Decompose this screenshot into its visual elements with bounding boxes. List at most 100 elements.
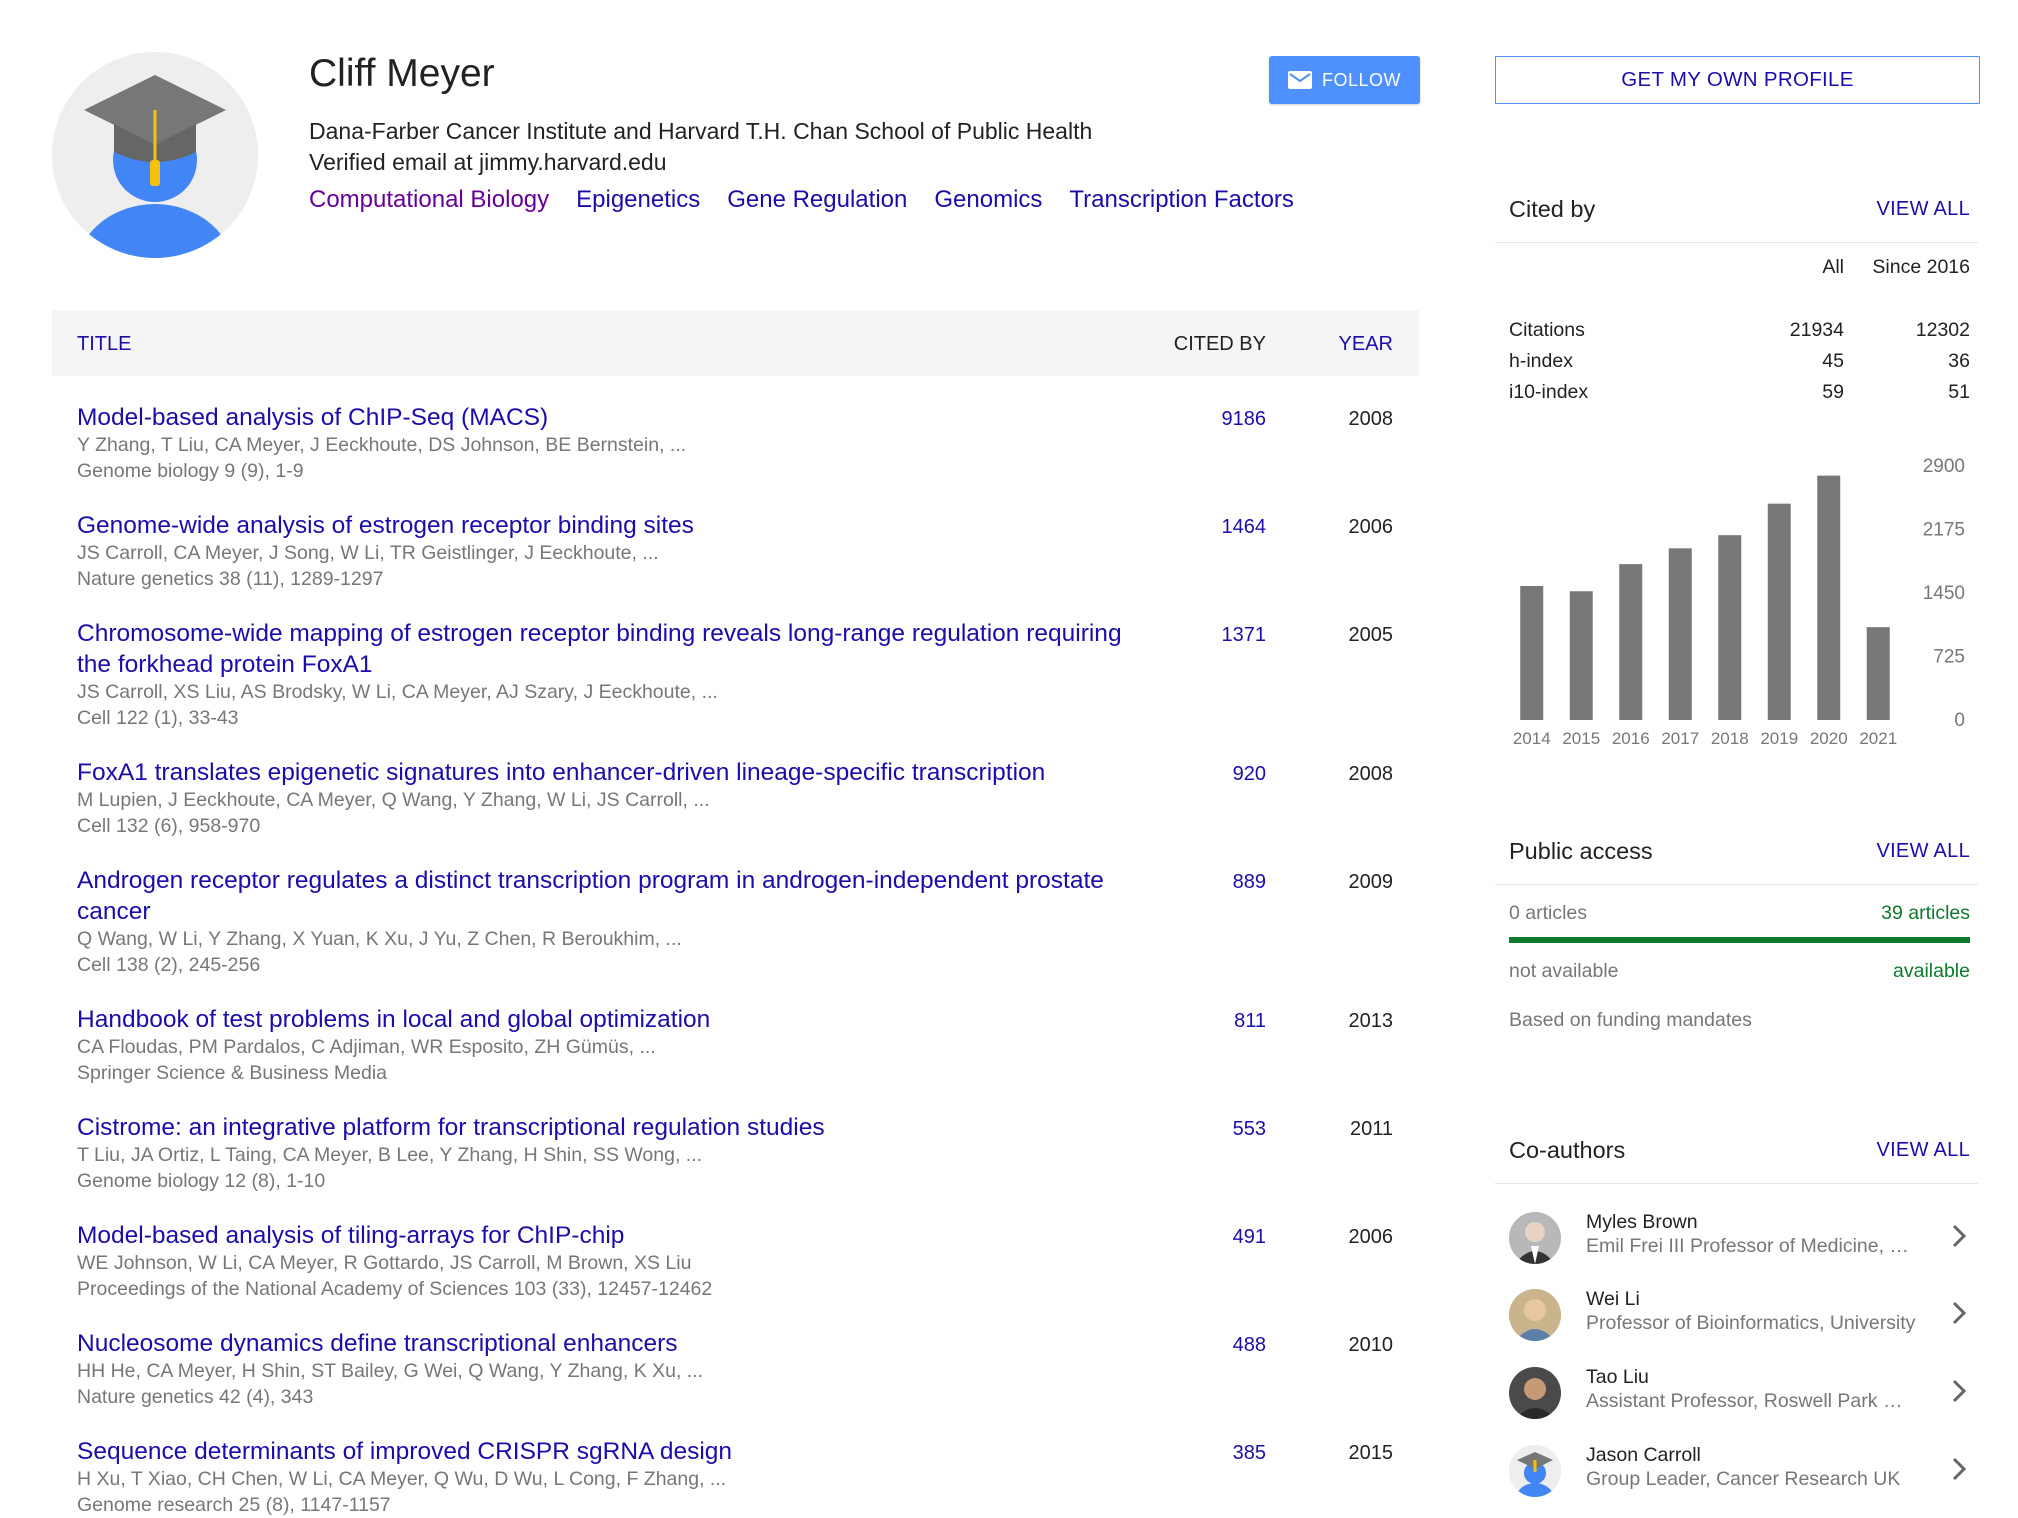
article-authors: Y Zhang, T Liu, CA Meyer, J Eeckhoute, D… (77, 433, 1419, 459)
column-all: All (1822, 256, 1844, 279)
article-venue: Springer Science & Business Media (77, 1061, 1419, 1087)
coauthors-header: Co-authors VIEW ALL (1509, 1137, 1970, 1164)
article-venue: Genome biology 12 (8), 1-10 (77, 1169, 1419, 1195)
chevron-right-icon[interactable] (1949, 1377, 1969, 1405)
interest-link[interactable]: Epigenetics (576, 186, 700, 214)
cited-by-count[interactable]: 1371 (1222, 624, 1267, 647)
article-venue: Cell 138 (2), 245-256 (77, 953, 1419, 979)
cited-by-count[interactable]: 488 (1233, 1334, 1266, 1357)
graduation-cap-avatar-icon (52, 52, 258, 258)
article-title-link[interactable]: Model-based analysis of tiling-arrays fo… (77, 1220, 1137, 1251)
article-year: 2008 (1349, 763, 1394, 786)
avatar (1509, 1367, 1561, 1419)
cited-by-count[interactable]: 920 (1233, 763, 1266, 786)
chart-x-tick-label: 2018 (1711, 729, 1749, 748)
table-row: Model-based analysis of ChIP-Seq (MACS) … (52, 376, 1419, 484)
chart-bar-2020[interactable] (1817, 476, 1840, 720)
chevron-right-icon[interactable] (1949, 1222, 1969, 1250)
article-title-link[interactable]: Genome-wide analysis of estrogen recepto… (77, 510, 1137, 541)
sort-by-cited[interactable]: CITED BY (1174, 333, 1266, 356)
cited-by-count[interactable]: 553 (1233, 1118, 1266, 1141)
interest-link[interactable]: Transcription Factors (1069, 186, 1294, 214)
article-year: 2006 (1349, 516, 1394, 539)
cited-by-count[interactable]: 491 (1233, 1226, 1266, 1249)
articles-list: Model-based analysis of ChIP-Seq (MACS) … (52, 376, 1419, 1518)
interest-link[interactable]: Gene Regulation (727, 186, 907, 214)
cited-by-count[interactable]: 889 (1233, 871, 1266, 894)
coauthor-name[interactable]: Tao Liu (1586, 1366, 1649, 1389)
cited-by-count[interactable]: 1464 (1222, 516, 1267, 539)
chart-y-tick-label: 1450 (1923, 583, 1965, 604)
sort-by-year[interactable]: YEAR (1339, 333, 1393, 356)
public-access-view-all-link[interactable]: VIEW ALL (1876, 840, 1970, 863)
coauthor-affiliation: Assistant Professor, Roswell Park Compre… (1586, 1390, 1916, 1413)
article-venue: Proceedings of the National Academy of S… (77, 1277, 1419, 1303)
table-row: Cistrome: an integrative platform for tr… (52, 1086, 1419, 1194)
chart-x-tick-label: 2020 (1810, 729, 1848, 748)
chart-y-tick-label: 2900 (1923, 456, 1965, 477)
coauthor-item[interactable]: Tao Liu Assistant Professor, Roswell Par… (1509, 1363, 1979, 1427)
metric-label: h-index (1509, 350, 1573, 373)
article-title-link[interactable]: Handbook of test problems in local and g… (77, 1004, 1137, 1035)
table-row: FoxA1 translates epigenetic signatures i… (52, 731, 1419, 839)
article-title-link[interactable]: Nucleosome dynamics define transcription… (77, 1328, 1137, 1359)
article-authors: CA Floudas, PM Pardalos, C Adjiman, WR E… (77, 1035, 1419, 1061)
profile-avatar (52, 52, 258, 258)
coauthor-name[interactable]: Jason Carroll (1586, 1444, 1701, 1467)
available-count[interactable]: 39 articles (1881, 902, 1970, 925)
cited-by-header: Cited by VIEW ALL (1509, 196, 1970, 223)
table-row: Model-based analysis of tiling-arrays fo… (52, 1194, 1419, 1302)
metric-row: i10-index 59 51 (1509, 381, 1970, 412)
chevron-right-icon[interactable] (1949, 1299, 1969, 1327)
cited-by-count[interactable]: 811 (1234, 1010, 1266, 1033)
article-title-link[interactable]: Androgen receptor regulates a distinct t… (77, 865, 1137, 927)
get-my-own-profile-button[interactable]: GET MY OWN PROFILE (1495, 56, 1980, 104)
follow-label: FOLLOW (1322, 70, 1401, 91)
chart-x-tick-label: 2021 (1859, 729, 1897, 748)
metric-since: 12302 (1916, 319, 1970, 342)
chart-x-tick-label: 2019 (1760, 729, 1798, 748)
coauthor-name[interactable]: Wei Li (1586, 1288, 1640, 1311)
article-year: 2006 (1349, 1226, 1394, 1249)
chevron-right-icon[interactable] (1949, 1455, 1969, 1483)
public-access-progress-bar (1509, 937, 1970, 943)
chart-bar-2018[interactable] (1718, 535, 1741, 720)
interest-link[interactable]: Computational Biology (309, 186, 549, 214)
chart-bar-2015[interactable] (1570, 591, 1593, 720)
not-available-count[interactable]: 0 articles (1509, 902, 1587, 924)
follow-button[interactable]: FOLLOW (1269, 56, 1420, 104)
interest-link[interactable]: Genomics (934, 186, 1042, 214)
article-title-link[interactable]: Model-based analysis of ChIP-Seq (MACS) (77, 402, 1137, 433)
coauthor-name[interactable]: Myles Brown (1586, 1211, 1698, 1234)
cited-by-count[interactable]: 385 (1233, 1442, 1266, 1465)
chart-bar-2019[interactable] (1768, 504, 1791, 720)
article-authors: HH He, CA Meyer, H Shin, ST Bailey, G We… (77, 1359, 1419, 1385)
coauthors-view-all-link[interactable]: VIEW ALL (1876, 1139, 1970, 1162)
coauthor-item[interactable]: Wei Li Professor of Bioinformatics, Univ… (1509, 1285, 1979, 1349)
article-authors: T Liu, JA Ortiz, L Taing, CA Meyer, B Le… (77, 1143, 1419, 1169)
chart-bar-2021[interactable] (1867, 627, 1890, 720)
article-venue: Genome research 25 (8), 1147-1157 (77, 1493, 1419, 1518)
article-year: 2009 (1349, 871, 1394, 894)
sort-by-title[interactable]: TITLE (77, 333, 131, 356)
article-authors: M Lupien, J Eeckhoute, CA Meyer, Q Wang,… (77, 788, 1419, 814)
divider (1495, 242, 1978, 243)
coauthor-item[interactable]: Jason Carroll Group Leader, Cancer Resea… (1509, 1441, 1979, 1505)
chart-bar-2016[interactable] (1619, 564, 1642, 720)
article-title-link[interactable]: Cistrome: an integrative platform for tr… (77, 1112, 1137, 1143)
cited-by-count[interactable]: 9186 (1222, 408, 1267, 431)
avatar (1509, 1212, 1561, 1264)
article-title-link[interactable]: FoxA1 translates epigenetic signatures i… (77, 757, 1137, 788)
public-access-header: Public access VIEW ALL (1509, 838, 1970, 865)
chart-bar-2017[interactable] (1669, 548, 1692, 720)
chart-y-tick-label: 725 (1933, 647, 1965, 668)
article-title-link[interactable]: Sequence determinants of improved CRISPR… (77, 1436, 1137, 1467)
divider (1495, 1183, 1978, 1184)
citations-chart-svg: 2014201520162017201820192020202129002175… (1495, 450, 1985, 750)
cited-by-view-all-link[interactable]: VIEW ALL (1876, 198, 1970, 221)
article-authors: JS Carroll, XS Liu, AS Brodsky, W Li, CA… (77, 680, 1419, 706)
coauthor-item[interactable]: Myles Brown Emil Frei III Professor of M… (1509, 1208, 1979, 1272)
article-title-link[interactable]: Chromosome-wide mapping of estrogen rece… (77, 618, 1137, 680)
chart-x-tick-label: 2015 (1562, 729, 1600, 748)
chart-bar-2014[interactable] (1520, 586, 1543, 720)
